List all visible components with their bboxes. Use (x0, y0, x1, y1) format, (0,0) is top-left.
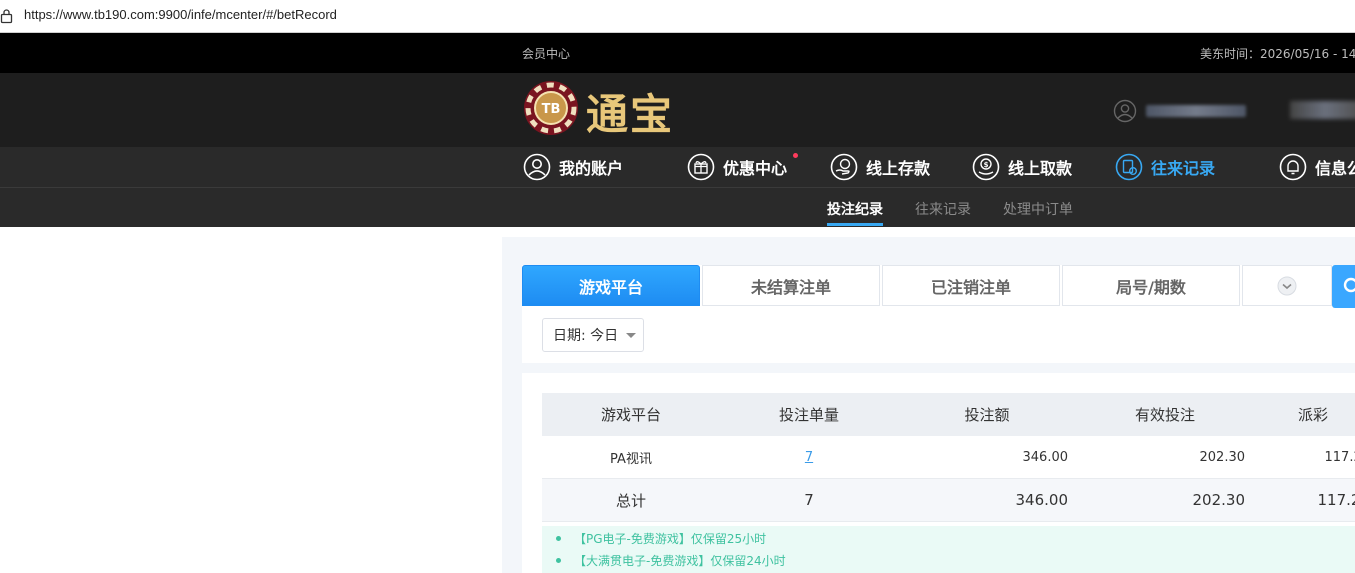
cell-payout-value: 117.25 (1324, 449, 1355, 465)
main-nav: 我的账户 优惠中心 线上存款 $ 线上取款 往来记录 信息 (0, 147, 1355, 188)
subnav-bet-records[interactable]: 投注纪录 (827, 199, 883, 219)
username-blurred (1146, 105, 1246, 117)
user-circle-icon (523, 153, 551, 181)
table-header-row: 游戏平台 投注单量 投注额 有效投注 派彩 (542, 393, 1355, 436)
notice-item: 【大满贯电子-免费游戏】仅保留24小时 (556, 552, 786, 569)
notice-text: 【大满贯电子-免费游戏】仅保留24小时 (574, 554, 786, 568)
tab-unsettled[interactable]: 未结算注单 (702, 265, 880, 306)
total-payout-value: 117.25 (1317, 491, 1355, 509)
cell-amount-value: 346.00 (1022, 449, 1069, 465)
user-icon[interactable] (1113, 99, 1137, 123)
total-count: 7 (720, 478, 898, 522)
cell-platform: PA视讯 (542, 436, 720, 479)
total-valid-value: 202.30 (1192, 491, 1246, 509)
tab-round-number[interactable]: 局号/期数 (1062, 265, 1240, 306)
cell-payout: 117.25 (1254, 436, 1355, 479)
tab-cancelled[interactable]: 已注销注单 (882, 265, 1060, 306)
cell-valid-value: 202.30 (1199, 449, 1246, 465)
caret-down-icon (626, 332, 637, 338)
total-amount: 346.00 (898, 478, 1076, 522)
nav-label: 线上存款 (866, 159, 931, 178)
total-payout: 117.25 (1254, 478, 1355, 522)
col-valid-bet: 有效投注 (1076, 393, 1254, 436)
search-icon (1343, 277, 1355, 293)
total-amount-value: 346.00 (1015, 491, 1069, 509)
chevron-down-icon (1277, 276, 1297, 295)
nav-label: 信息公 (1315, 159, 1355, 178)
date-select[interactable]: 日期: 今日 (542, 318, 644, 352)
deposit-icon (830, 153, 858, 181)
subnav-pending-orders[interactable]: 处理中订单 (1003, 199, 1073, 219)
nav-my-account[interactable]: 我的账户 (523, 152, 623, 182)
col-platform: 游戏平台 (542, 393, 720, 436)
svg-text:$: $ (984, 161, 989, 169)
eastern-time: 美东时间：2026/05/16 - 14:1 (1200, 47, 1355, 61)
col-count: 投注单量 (720, 393, 898, 436)
record-icon (1115, 153, 1143, 181)
total-label: 总计 (542, 478, 720, 522)
logo-text: 通宝 (586, 90, 675, 139)
table-total-row: 总计 7 346.00 202.30 117.25 (542, 478, 1355, 522)
promo-badge-dot (793, 153, 798, 158)
nav-transaction-records[interactable]: 往来记录 (1115, 152, 1215, 182)
nav-label: 往来记录 (1151, 159, 1216, 178)
sub-nav: 投注纪录 往来记录 处理中订单 (0, 188, 1355, 227)
total-valid: 202.30 (1076, 478, 1254, 522)
logo-chip-icon[interactable]: TB (523, 80, 579, 136)
nav-messages[interactable]: 信息公 (1279, 152, 1355, 182)
col-payout: 派彩 (1254, 393, 1355, 436)
date-select-value: 日期: 今日 (553, 328, 619, 344)
col-amount: 投注额 (898, 393, 1076, 436)
nav-label: 我的账户 (559, 159, 624, 178)
gift-icon (687, 153, 715, 181)
withdraw-icon: $ (972, 153, 1000, 181)
tab-more[interactable] (1242, 265, 1332, 306)
notice-text: 【PG电子-免费游戏】仅保留25小时 (574, 532, 767, 546)
address-bar[interactable]: https://www.tb190.com:9900/infe/mcenter/… (0, 0, 1355, 33)
lock-icon (0, 9, 13, 24)
bet-record-table: 游戏平台 投注单量 投注额 有效投注 派彩 PA视讯 7 346.00 202.… (542, 393, 1355, 522)
bet-count-link[interactable]: 7 (805, 450, 813, 465)
nav-promotions[interactable]: 优惠中心 (687, 152, 787, 182)
nav-online-withdraw[interactable]: $ 线上取款 (972, 152, 1072, 182)
notice-item: 【PG电子-免费游戏】仅保留25小时 (556, 530, 766, 547)
cell-valid: 202.30 (1076, 436, 1254, 479)
nav-online-deposit[interactable]: 线上存款 (830, 152, 930, 182)
nav-label: 线上取款 (1008, 159, 1073, 178)
cell-count: 7 (720, 436, 898, 479)
subnav-active-underline (827, 223, 883, 226)
cell-amount: 346.00 (898, 436, 1076, 479)
top-strip: 会员中心 美东时间：2026/05/16 - 14:1 (0, 33, 1355, 73)
balance-blurred (1290, 101, 1355, 119)
site-header: TB 通宝 (0, 73, 1355, 147)
url-text[interactable]: https://www.tb190.com:9900/infe/mcenter/… (24, 7, 337, 22)
bell-icon (1279, 153, 1307, 181)
logo-badge-text: TB (542, 102, 561, 117)
table-row: PA视讯 7 346.00 202.30 117.25 (542, 436, 1355, 479)
member-center-title: 会员中心 (522, 47, 571, 61)
tab-game-platform[interactable]: 游戏平台 (522, 265, 700, 306)
nav-label: 优惠中心 (723, 159, 788, 178)
subnav-transactions[interactable]: 往来记录 (915, 199, 971, 219)
search-button[interactable] (1332, 265, 1355, 308)
